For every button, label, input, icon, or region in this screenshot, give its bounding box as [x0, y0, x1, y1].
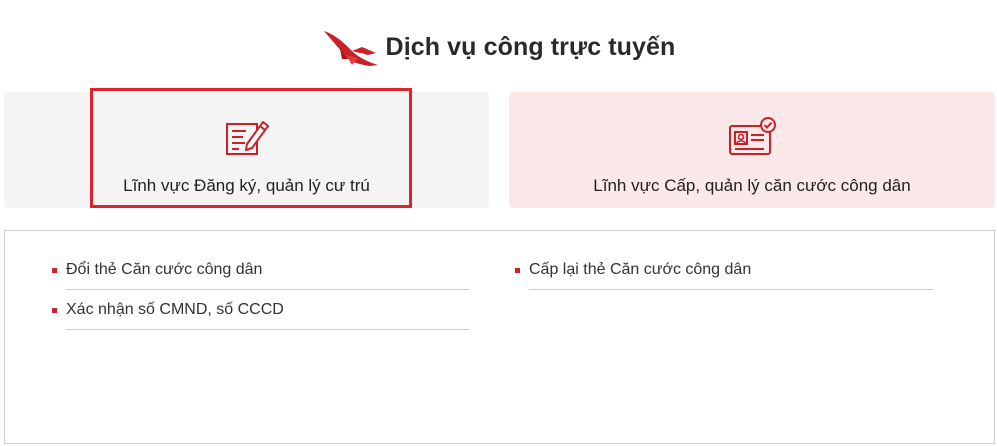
bullet-icon — [52, 308, 57, 313]
page-title: Dịch vụ công trực tuyến — [385, 32, 676, 61]
bullet-icon — [515, 268, 520, 273]
police-emblem-bird-icon — [323, 31, 378, 66]
card-label: Lĩnh vực Cấp, quản lý căn cước công dân — [593, 176, 911, 195]
card-label: Lĩnh vực Đăng ký, quản lý cư trú — [123, 176, 370, 195]
service-link-doi-the-cccd[interactable]: Đổi thẻ Căn cước công dân — [66, 251, 469, 290]
form-pen-icon — [225, 121, 269, 155]
bullet-icon — [52, 268, 57, 273]
service-link-cap-lai-cccd[interactable]: Cấp lại thẻ Căn cước công dân — [529, 251, 933, 290]
service-link-xac-nhan-cmnd[interactable]: Xác nhận số CMND, số CCCD — [66, 291, 469, 330]
card-citizen-id[interactable]: Lĩnh vực Cấp, quản lý căn cước công dân — [509, 92, 995, 208]
id-card-check-icon — [729, 117, 776, 155]
card-residence-registration[interactable]: Lĩnh vực Đăng ký, quản lý cư trú — [4, 92, 489, 208]
page-header: Dịch vụ công trực tuyến — [0, 22, 997, 72]
